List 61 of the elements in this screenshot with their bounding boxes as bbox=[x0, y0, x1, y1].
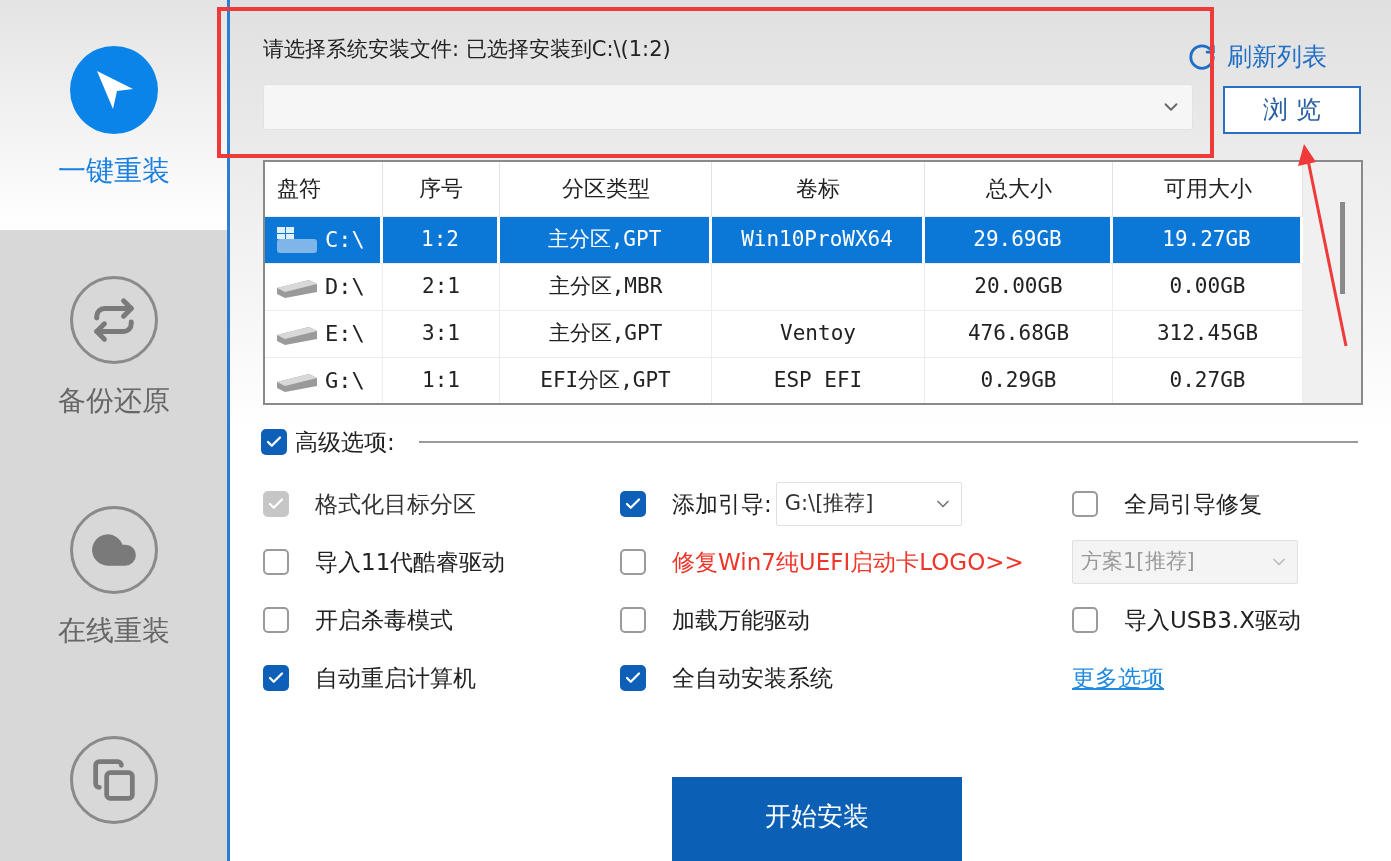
table-cell: 主分区,GPT bbox=[500, 216, 712, 263]
advanced-options-label: 高级选项: bbox=[295, 427, 395, 457]
column-header: 总大小 bbox=[925, 161, 1113, 216]
column-header: 分区类型 bbox=[500, 161, 712, 216]
table-cell: 1:2 bbox=[383, 216, 500, 263]
table-cell: 1:1 bbox=[383, 357, 500, 403]
checkbox[interactable] bbox=[1072, 491, 1098, 517]
table-cell: 主分区,GPT bbox=[500, 310, 712, 357]
checkbox[interactable] bbox=[620, 665, 646, 691]
table-cell: 29.69GB bbox=[925, 216, 1113, 263]
checkbox[interactable] bbox=[620, 607, 646, 633]
windows-drive-icon bbox=[275, 224, 319, 255]
checkbox[interactable] bbox=[620, 549, 646, 575]
browse-button[interactable]: 浏 览 bbox=[1223, 85, 1361, 134]
table-cell: 20.00GB bbox=[925, 263, 1113, 310]
checkbox[interactable] bbox=[261, 428, 287, 455]
table-cell: 0.29GB bbox=[925, 357, 1113, 403]
sidebar-item[interactable]: 在线重装 bbox=[0, 460, 227, 690]
checkbox[interactable] bbox=[263, 665, 289, 691]
option-label: 导入11代酷睿驱动 bbox=[315, 547, 506, 577]
sidebar-item[interactable]: 备份还原 bbox=[0, 230, 227, 460]
table-cell[interactable]: G:\ bbox=[265, 357, 383, 403]
cloud-icon bbox=[69, 506, 158, 594]
option-label: 修复Win7纯UEFI启动卡LOGO>> bbox=[672, 547, 1024, 577]
copy-icon bbox=[69, 736, 158, 824]
option-label: 加载万能驱动 bbox=[672, 605, 810, 635]
column-header: 盘符 bbox=[265, 161, 383, 216]
table-cell: EFI分区,GPT bbox=[500, 357, 712, 403]
table-cell: ESP EFI bbox=[712, 357, 925, 403]
table-cell[interactable]: D:\ bbox=[265, 263, 383, 310]
column-header: 序号 bbox=[383, 161, 500, 216]
scrollbar-thumb[interactable] bbox=[1340, 201, 1345, 294]
sidebar-item[interactable]: 一键重装 bbox=[0, 0, 227, 230]
option-label: 添加引导: bbox=[672, 489, 772, 519]
install-file-label: 请选择系统安装文件: 已选择安装到C:\(1:2) bbox=[263, 36, 672, 63]
table-cell[interactable]: C:\ bbox=[265, 216, 383, 263]
table-cell[interactable]: E:\ bbox=[265, 310, 383, 357]
start-install-button[interactable]: 开始安装 bbox=[672, 777, 962, 861]
option-label: 导入USB3.X驱动 bbox=[1124, 605, 1301, 635]
table-cell: 2:1 bbox=[383, 263, 500, 310]
table-cell: 主分区,MBR bbox=[500, 263, 712, 310]
option-label: 开启杀毒模式 bbox=[315, 605, 453, 635]
table-cell: 476.68GB bbox=[925, 310, 1113, 357]
checkbox[interactable] bbox=[620, 491, 646, 517]
checkbox[interactable] bbox=[263, 607, 289, 633]
checkbox[interactable] bbox=[263, 549, 289, 575]
table-cell: 19.27GB bbox=[1113, 216, 1303, 263]
checkbox[interactable] bbox=[1072, 607, 1098, 633]
option-label: 自动重启计算机 bbox=[315, 663, 476, 693]
option-label: 全自动安装系统 bbox=[672, 663, 833, 693]
option-label: 格式化目标分区 bbox=[315, 489, 476, 519]
sync-icon bbox=[69, 276, 158, 364]
refresh-icon bbox=[1187, 41, 1217, 72]
table-cell: 3:1 bbox=[383, 310, 500, 357]
table-cell: Ventoy bbox=[712, 310, 925, 357]
dropdown[interactable]: G:\[推荐] bbox=[775, 482, 962, 526]
table-cell: Win10ProWX64 bbox=[712, 216, 925, 263]
column-header: 卷标 bbox=[712, 161, 925, 216]
refresh-list-link[interactable]: 刷新列表 bbox=[1187, 38, 1361, 76]
option-label: 全局引导修复 bbox=[1124, 489, 1262, 519]
more-options-link[interactable]: 更多选项 bbox=[1072, 660, 1164, 696]
